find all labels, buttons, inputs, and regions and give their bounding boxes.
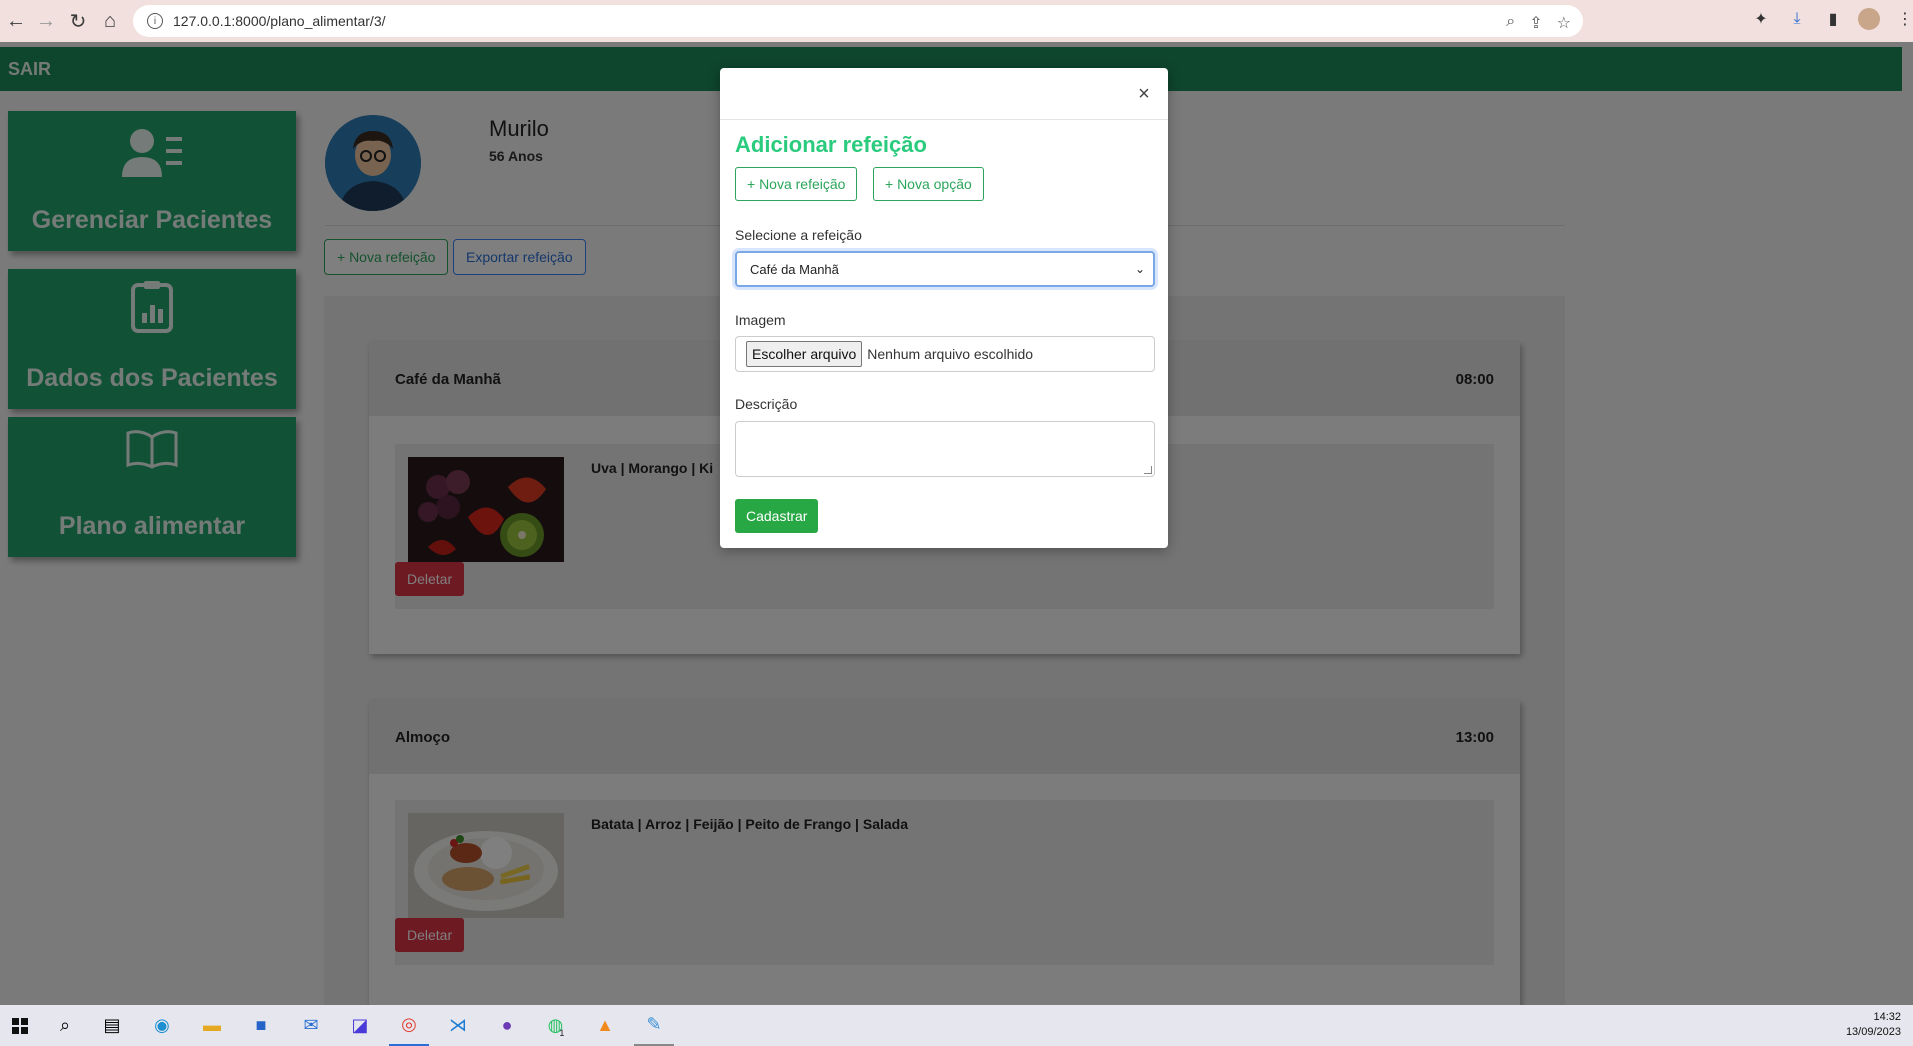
chrome-icon[interactable]: ◎ bbox=[389, 1006, 429, 1046]
new-option-button[interactable]: + Nova opção bbox=[873, 167, 984, 201]
store-icon[interactable]: ■ bbox=[241, 1006, 281, 1046]
add-meal-modal: × Adicionar refeição + Nova refeição + N… bbox=[720, 68, 1168, 548]
download-icon[interactable]: ⤓ bbox=[1786, 8, 1808, 30]
home-icon[interactable]: ⌂ bbox=[94, 5, 126, 37]
modal-title: Adicionar refeição bbox=[735, 132, 927, 157]
submit-button[interactable]: Cadastrar bbox=[735, 499, 819, 533]
extensions-puzzle-icon[interactable]: ✦ bbox=[1750, 8, 1772, 30]
description-label: Descrição bbox=[735, 396, 798, 412]
share-icon[interactable]: ⇪ bbox=[1529, 13, 1542, 33]
close-icon[interactable]: × bbox=[1134, 83, 1154, 105]
system-clock[interactable]: 14:32 13/09/2023 bbox=[1846, 1010, 1901, 1040]
address-bar[interactable]: i 127.0.0.1:8000/plano_alimentar/3/ ⌕ ⇪ … bbox=[133, 5, 1583, 37]
vscode-icon[interactable]: ⋊ bbox=[438, 1006, 478, 1046]
resize-handle-icon[interactable] bbox=[1144, 466, 1152, 474]
back-icon[interactable]: ← bbox=[0, 5, 32, 37]
edge-icon[interactable]: ◉ bbox=[142, 1006, 182, 1046]
github-desktop-icon[interactable]: ● bbox=[487, 1006, 527, 1046]
mail-icon[interactable]: ✉ bbox=[291, 1006, 331, 1046]
task-view-icon[interactable]: ▤ bbox=[92, 1006, 132, 1046]
bookmark-star-icon[interactable]: ☆ bbox=[1557, 13, 1571, 33]
dev-tool-icon[interactable]: ◪ bbox=[340, 1006, 380, 1046]
browser-toolbar: ← → ↻ ⌂ i 127.0.0.1:8000/plano_alimentar… bbox=[0, 0, 1913, 42]
new-meal-modal-button[interactable]: + Nova refeição bbox=[735, 167, 858, 201]
select-meal-label: Selecione a refeição bbox=[735, 227, 862, 243]
choose-file-button[interactable]: Escolher arquivo bbox=[746, 341, 863, 367]
profile-avatar[interactable] bbox=[1858, 8, 1880, 30]
chevron-down-icon: ⌄ bbox=[1134, 262, 1145, 276]
clock-time: 14:32 bbox=[1873, 1011, 1901, 1023]
description-textarea[interactable] bbox=[735, 421, 1155, 477]
info-icon[interactable]: i bbox=[147, 13, 163, 29]
clock-date: 13/09/2023 bbox=[1845, 1026, 1901, 1038]
url-text: 127.0.0.1:8000/plano_alimentar/3/ bbox=[173, 13, 386, 29]
file-status: Nenhum arquivo escolhido bbox=[867, 346, 1034, 362]
meal-select-value: Café da Manhã bbox=[750, 261, 839, 277]
vlc-icon[interactable]: ▲ bbox=[585, 1006, 625, 1046]
sidepanel-icon[interactable]: ▮ bbox=[1822, 8, 1844, 30]
modal-header: × bbox=[720, 68, 1168, 120]
image-label: Imagem bbox=[735, 312, 786, 328]
meal-select[interactable]: Café da Manhã ⌄ bbox=[735, 251, 1155, 287]
whatsapp-icon[interactable]: ◍ 1 bbox=[536, 1006, 576, 1046]
file-explorer-icon[interactable]: ▬ bbox=[192, 1006, 232, 1046]
zoom-icon[interactable]: ⌕ bbox=[1506, 13, 1515, 33]
notification-badge: 1 bbox=[559, 1027, 565, 1038]
os-taskbar: ⌕ ▤ ◉ ▬ ■ ✉ ◪ ◎ ⋊ ● ◍ 1 ▲ ✎ 14:32 13/09/2… bbox=[0, 1005, 1913, 1046]
forward-icon[interactable]: → bbox=[30, 5, 62, 37]
image-file-input[interactable]: Escolher arquivo Nenhum arquivo escolhid… bbox=[735, 336, 1155, 372]
windows-start-icon[interactable] bbox=[0, 1006, 40, 1046]
paint-icon[interactable]: ✎ bbox=[634, 1006, 674, 1046]
menu-kebab-icon[interactable]: ⋮ bbox=[1894, 8, 1913, 30]
search-icon[interactable]: ⌕ bbox=[45, 1006, 85, 1046]
reload-icon[interactable]: ↻ bbox=[62, 5, 94, 37]
